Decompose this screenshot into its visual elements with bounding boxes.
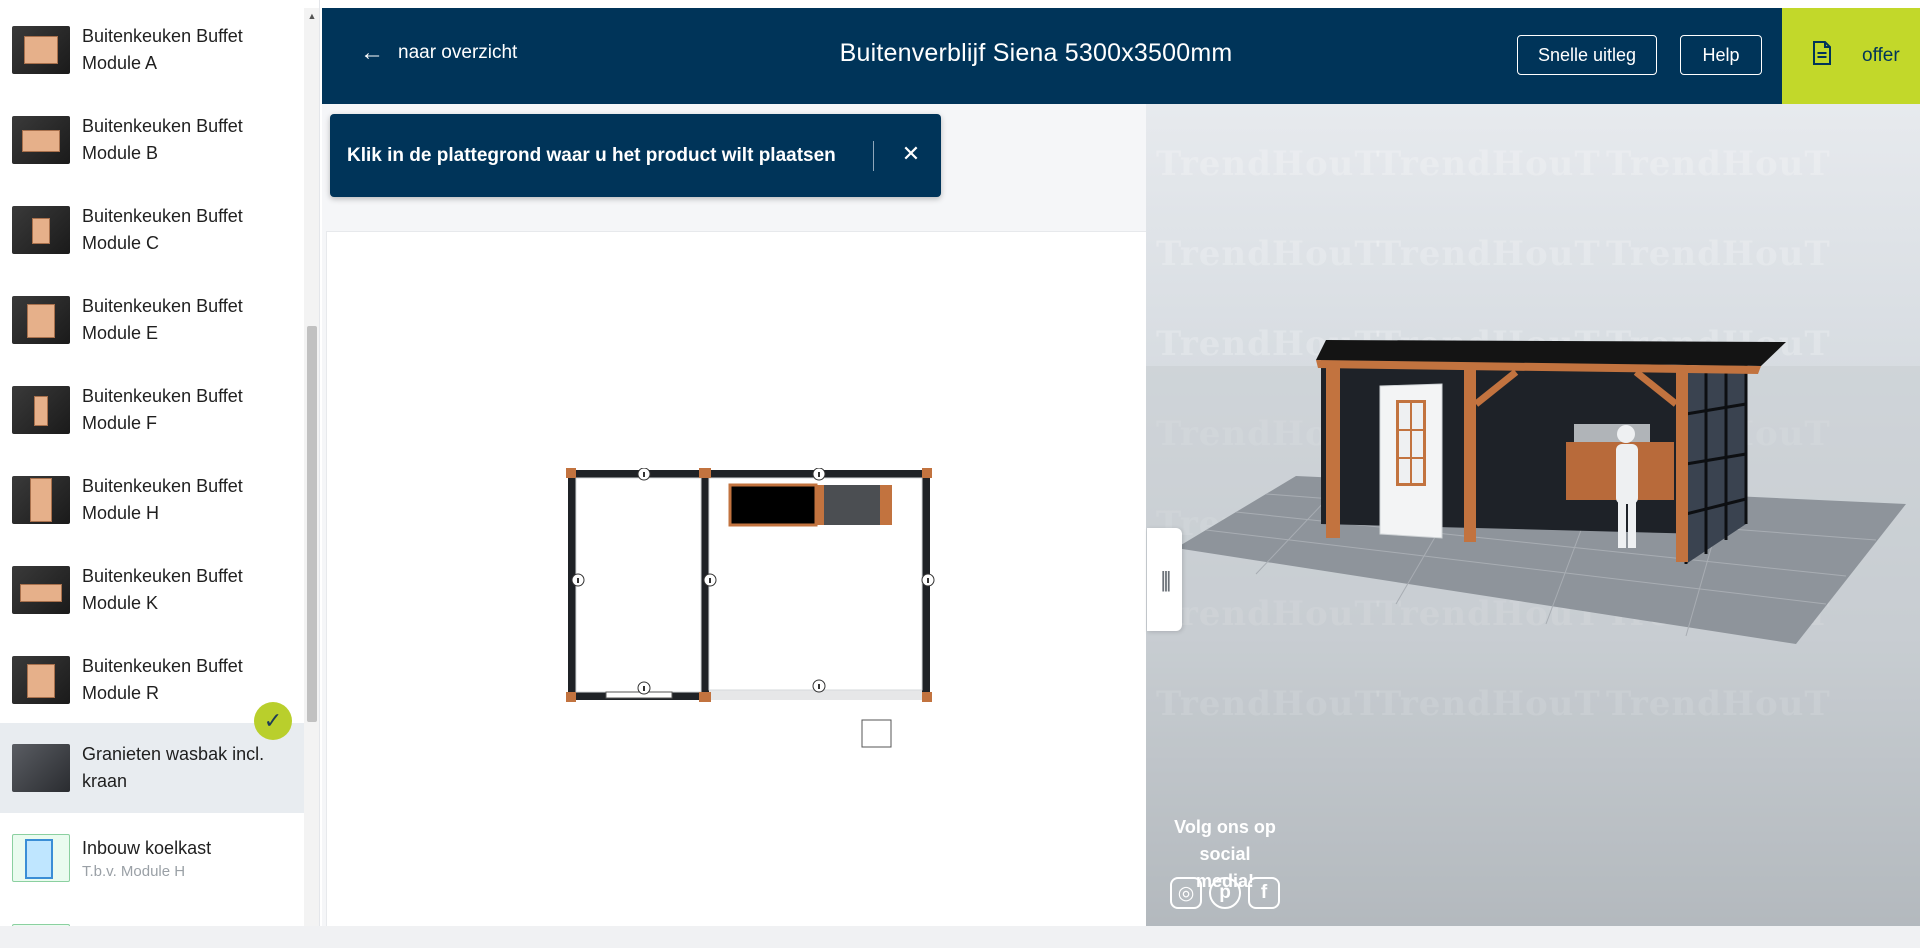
selected-check-icon: ✓ [254,702,292,740]
product-item[interactable]: Inbouw koelkast T.b.v. Module H [0,813,304,903]
furniture-graphic [30,478,52,522]
product-thumbnail [12,116,70,164]
product-text: Buitenkeuken Buffet Module H [82,473,304,527]
floorplan-post [566,468,576,478]
floorplan-door [605,691,673,699]
document-icon [1812,41,1832,71]
floorplan-open-side [709,690,922,700]
furniture-graphic [34,396,48,426]
product-thumbnail [12,566,70,614]
top-header: ← naar overzicht Buitenverblijf Siena 53… [322,8,1920,104]
kitchen-module-wood [880,485,892,525]
product-item[interactable]: Buitenkeuken Buffet Module H [0,455,304,545]
product-thumbnail [12,744,70,792]
product-text: Buitenkeuken Buffet Module E [82,293,304,347]
product-title: Buitenkeuken Buffet Module H [82,476,243,523]
product-item[interactable]: Buitenkeuken Buffet Module A [0,5,304,95]
fridge-graphic [25,839,53,879]
building-post [1676,366,1688,562]
floorplan-post [922,692,932,702]
product-thumbnail [12,476,70,524]
floorplan-post [566,692,576,702]
product-text: Granieten wasbak incl. kraan [82,741,304,795]
help-button[interactable]: Help [1680,35,1762,75]
product-text: Buitenkeuken Buffet Module F [82,383,304,437]
product-thumbnail [12,834,70,882]
kitchen-counter [1574,424,1650,442]
product-title: Buitenkeuken Buffet Module C [82,206,243,253]
product-item[interactable]: Buitenkeuken Buffet Module F [0,365,304,455]
product-subtitle: T.b.v. Module H [82,862,186,880]
product-title: Buitenkeuken Buffet Module K [82,566,243,613]
furniture-graphic [22,130,60,152]
bottom-strip [0,926,1920,948]
kitchen-module-black [728,483,818,527]
product-text: Buitenkeuken Buffet Module R [82,653,304,707]
floorplan-post [699,468,711,478]
quote-label: offer [1862,45,1900,66]
product-thumbnail [12,656,70,704]
instagram-icon[interactable]: ◎ [1170,877,1202,909]
product-item[interactable]: Buitenkeuken Buffet Module K [0,545,304,635]
floorplan-post [699,692,711,702]
close-icon[interactable]: ✕ [895,138,927,170]
facebook-icon[interactable]: f [1248,877,1280,909]
3d-view[interactable]: TrendHouT TrendHouT TrendHouT TrendHouT Tren… [1146,104,1920,926]
furniture-graphic [24,36,58,64]
floorplan-room-left [575,477,702,693]
product-title: Buitenkeuken Buffet Module R [82,656,243,703]
kitchen-module-gray [824,485,880,525]
scroll-up-arrow-icon[interactable]: ▲ [304,8,319,24]
building-post [1464,370,1476,542]
scrollbar-thumb[interactable] [307,326,317,722]
quick-explain-button[interactable]: Snelle uitleg [1517,35,1657,75]
kitchen-module-wood [816,485,824,525]
toast-divider [873,141,874,171]
product-item[interactable]: Granieten wasbak incl. kraan [0,723,304,813]
product-text: Buitenkeuken Buffet Module A [82,23,304,77]
product-item[interactable]: Buitenkeuken Buffet Module B [0,95,304,185]
product-text: Buitenkeuken Buffet Module K [82,563,304,617]
pinterest-icon[interactable]: p [1209,877,1241,909]
furniture-graphic [20,584,62,602]
furniture-graphic [32,218,50,244]
document-icon-svg [1813,41,1831,65]
furniture-graphic [27,304,55,338]
product-title: Buitenkeuken Buffet Module E [82,296,243,343]
product-title: Buitenkeuken Buffet Module F [82,386,243,433]
product-title: Inbouw koelkast [82,837,212,858]
product-thumbnail [12,296,70,344]
product-thumbnail [12,26,70,74]
product-text: Inbouw koelkast T.b.v. Module H [82,835,211,882]
product-item[interactable]: Buitenkeuken Buffet Module C [0,185,304,275]
quote-button[interactable]: offer [1782,8,1920,104]
floorplan-wall-top [568,470,930,478]
placement-cursor-square [861,719,892,748]
product-title: Granieten wasbak incl. kraan [82,744,265,791]
product-item[interactable]: Buitenkeuken Buffet Module E [0,275,304,365]
product-title: Buitenkeuken Buffet Module B [82,116,243,163]
product-title: Buitenkeuken Buffet Module A [82,26,243,73]
building-post [1326,366,1340,538]
floorplan-drawing[interactable] [566,468,936,748]
product-list: Buitenkeuken Buffet Module A Buitenkeuken… [0,0,304,948]
sidebar-scrollbar[interactable]: ▲ ▼ [304,8,319,940]
placement-instruction-toast: Klik in de plattegrond waar u het produc… [330,114,941,197]
product-sidebar: Buitenkeuken Buffet Module A Buitenkeuken… [0,0,320,948]
product-text: Buitenkeuken Buffet Module B [82,113,304,167]
furniture-graphic [27,664,55,698]
3d-scene [1146,340,1920,926]
social-icons: ◎ p f [1170,877,1280,909]
product-thumbnail [12,206,70,254]
toast-message: Klik in de plattegrond waar u het produc… [347,144,836,166]
product-text: Buitenkeuken Buffet Module C [82,203,304,257]
floorplan-post [922,468,932,478]
product-thumbnail [12,386,70,434]
panel-resize-handle[interactable]: ||| [1147,528,1182,631]
